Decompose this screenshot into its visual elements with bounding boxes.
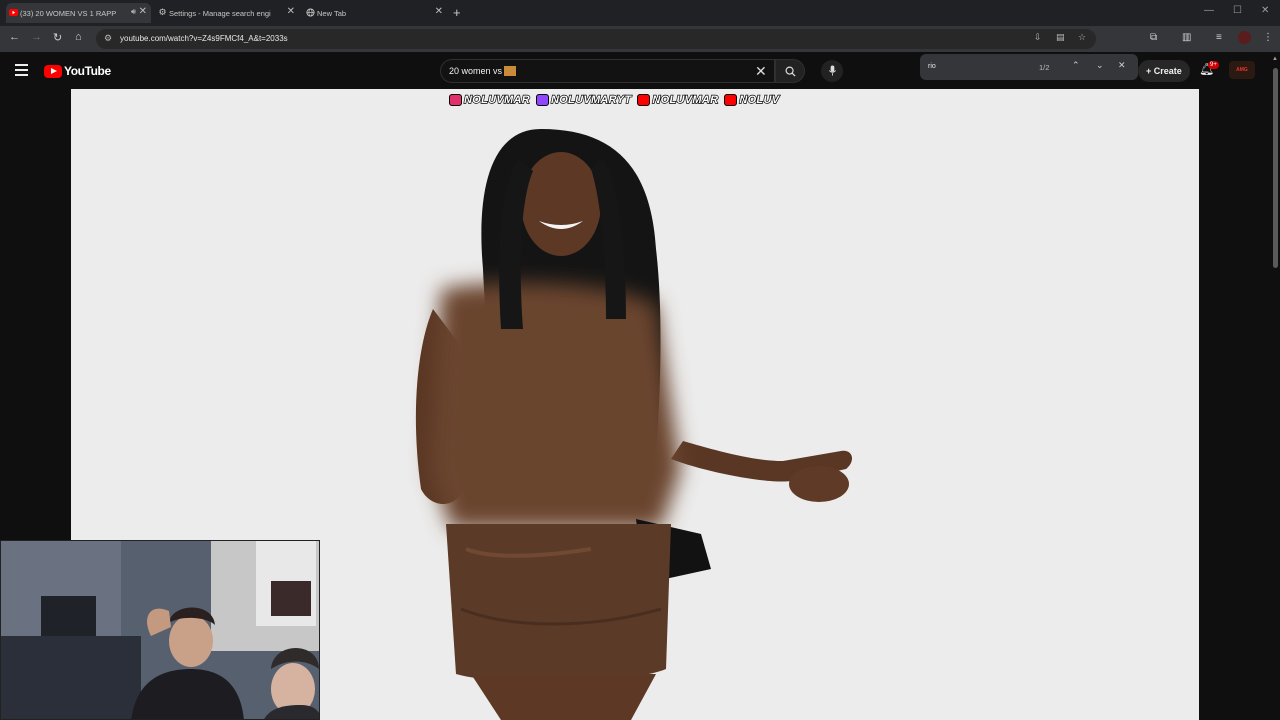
install-app-icon[interactable]: ⇩ — [1034, 32, 1042, 43]
close-window-icon[interactable]: ✕ — [1261, 5, 1269, 16]
find-input[interactable]: rio — [928, 63, 936, 70]
tab-new-tab[interactable]: New Tab ✕ — [303, 3, 447, 23]
browser-tab-strip: (33) 20 WOMEN VS 1 RAPP 🔊︎ ✕ ⚙ Settings … — [0, 0, 1280, 26]
find-close-icon[interactable]: ✕ — [1118, 60, 1126, 71]
microphone-icon — [828, 65, 836, 76]
address-bar[interactable]: ⚙ youtube.com/watch?v=Z4s9FMCf4_A&t=2033… — [96, 29, 1096, 49]
hamburger-menu-icon[interactable] — [15, 64, 28, 76]
url-text[interactable]: youtube.com/watch?v=Z4s9FMCf4_A&t=2033s — [120, 34, 288, 43]
search-input[interactable]: 20 women vs rio ✕ — [440, 59, 775, 83]
tab-title: New Tab — [317, 8, 347, 18]
reload-icon[interactable]: ↻ — [53, 31, 62, 44]
extensions-puzzle-icon[interactable]: ⧉ — [1150, 32, 1157, 43]
youtube-favicon-icon — [9, 8, 18, 17]
side-panel-icon[interactable]: ▥ — [1182, 32, 1191, 43]
webcam-overlay — [0, 540, 320, 720]
profile-avatar-icon[interactable] — [1238, 31, 1251, 44]
site-info-icon[interactable]: ⚙ — [104, 33, 112, 44]
speaker-icon[interactable]: 🔊︎ — [131, 7, 136, 17]
new-tab-button[interactable]: + — [453, 5, 461, 20]
close-tab-icon[interactable]: ✕ — [287, 6, 295, 17]
notification-badge: 9+ — [1208, 61, 1219, 69]
close-tab-icon[interactable]: ✕ — [139, 6, 147, 17]
plus-icon: + — [1146, 66, 1154, 76]
reader-mode-icon[interactable]: ▤ — [1056, 32, 1065, 43]
media-controls-icon[interactable]: ≡ — [1216, 32, 1222, 43]
close-tab-icon[interactable]: ✕ — [435, 6, 443, 17]
tab-title: Settings - Manage search engi — [169, 8, 271, 18]
maximize-icon[interactable]: ☐ — [1233, 5, 1242, 16]
forward-arrow-icon[interactable]: → — [31, 31, 42, 43]
gear-icon: ⚙ — [158, 7, 167, 17]
tab-settings[interactable]: ⚙ Settings - Manage search engi ✕ — [155, 3, 299, 23]
page-scrollbar[interactable]: ▲ — [1270, 52, 1280, 720]
find-match-count: 1/2 — [1039, 63, 1050, 72]
youtube-header: YouTube 20 women vs rio ✕ rio 1/2 ⌃ ⌄ ✕ +… — [0, 52, 1280, 89]
back-arrow-icon[interactable]: ← — [9, 31, 20, 43]
find-in-page-bar: rio 1/2 ⌃ ⌄ ✕ — [920, 54, 1138, 80]
browser-toolbar: ← → ↻ ⌂ ⚙ youtube.com/watch?v=Z4s9FMCf4_… — [0, 26, 1280, 52]
tab-title: (33) 20 WOMEN VS 1 RAPP — [20, 8, 117, 18]
menu-kebab-icon[interactable]: ⋮ — [1263, 32, 1273, 43]
scroll-up-icon[interactable]: ▲ — [1272, 56, 1278, 62]
search-button[interactable] — [775, 59, 805, 83]
search-highlighted-text: rio — [504, 66, 517, 76]
create-label: Create — [1153, 66, 1182, 76]
clear-search-icon[interactable]: ✕ — [755, 63, 767, 80]
search-query: 20 women vs rio — [449, 66, 517, 76]
home-icon[interactable]: ⌂ — [75, 31, 82, 43]
youtube-logo-text: YouTube — [64, 64, 111, 78]
globe-icon — [306, 8, 315, 17]
youtube-logo[interactable]: YouTube — [44, 64, 111, 78]
scrollbar-thumb[interactable] — [1273, 68, 1278, 268]
search-icon — [785, 66, 796, 77]
bookmark-star-icon[interactable]: ☆ — [1078, 32, 1086, 43]
create-button[interactable]: + Create — [1138, 60, 1190, 82]
webcam-feed-image — [1, 541, 319, 719]
find-next-icon[interactable]: ⌄ — [1096, 60, 1104, 71]
voice-search-button[interactable] — [821, 60, 843, 82]
youtube-play-icon — [44, 64, 62, 78]
minimize-icon[interactable]: — — [1204, 5, 1214, 16]
avatar[interactable]: AMG — [1229, 61, 1255, 79]
search-query-text[interactable]: 20 women vs — [449, 66, 502, 76]
find-previous-icon[interactable]: ⌃ — [1072, 60, 1080, 71]
tab-youtube[interactable]: (33) 20 WOMEN VS 1 RAPP 🔊︎ ✕ — [6, 3, 151, 23]
